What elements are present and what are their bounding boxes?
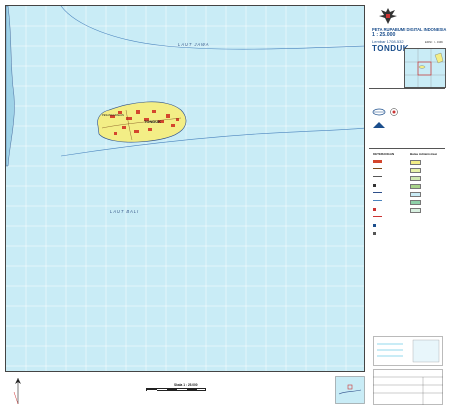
legend-swatch-settlement <box>373 160 382 163</box>
sea-label-south: LAUT BALI <box>110 209 140 214</box>
legend-swatch-building <box>373 184 376 187</box>
scale-bar <box>146 388 206 391</box>
legend-swatch-mosque <box>373 208 376 211</box>
north-arrow-icon <box>13 378 21 405</box>
garuda-emblem-icon <box>379 8 397 24</box>
legend-swatch-water <box>410 192 421 197</box>
depth-contour-north <box>60 6 364 50</box>
island-sub-label: PESANGGRAHAN <box>102 114 124 117</box>
sea-label-north: LAUT JAWA <box>178 42 210 47</box>
legend-swatch-field <box>410 168 421 173</box>
legend-swatch-swamp <box>410 208 421 213</box>
grid-lines <box>6 6 364 371</box>
margin-divider <box>369 148 445 149</box>
scale-bar-label: Skala 1 : 25.000 <box>174 383 198 387</box>
map-frame[interactable]: LAUT JAWA LAUT BALI TONDUK PESANGGRAHAN <box>5 5 365 372</box>
island-label: TONDUK <box>144 119 162 124</box>
index-map <box>404 48 446 88</box>
legend-swatch-forest <box>410 184 421 189</box>
declination-diagram <box>373 336 443 366</box>
partner-logo-icon <box>390 108 398 116</box>
sheet-reference-table <box>373 369 443 405</box>
margin-divider <box>369 88 445 89</box>
legend-swatch-path <box>373 176 382 177</box>
map-canvas <box>6 6 364 371</box>
legend-swatch-depth-contour <box>373 200 382 201</box>
map-scale-text: 1 : 25.000 <box>372 32 396 38</box>
island-tonduk <box>97 101 187 143</box>
legend-swatch-coastline <box>373 192 382 193</box>
legend-swatch-land <box>410 160 421 165</box>
edition-text: EDISI : I - 1999 <box>425 41 443 44</box>
location-inset-map <box>335 376 365 404</box>
legend-heading-boundaries: Batas Administrasi <box>410 152 438 156</box>
legend-swatch-triangulation <box>373 232 376 235</box>
legend-swatch-plantation <box>410 176 421 181</box>
legend-heading: KETERANGAN <box>373 152 395 156</box>
legend-swatch-school <box>373 224 376 227</box>
legend-swatch-mangrove <box>410 200 421 205</box>
map-sheet: LAUT JAWA LAUT BALI TONDUK PESANGGRAHAN … <box>0 0 450 411</box>
legend-swatch-boundary <box>373 216 382 217</box>
legend-swatch-road <box>373 168 382 169</box>
institution-logo-icon <box>373 122 385 128</box>
agency-logo-icon <box>372 108 386 116</box>
bottom-info-strip <box>5 374 365 407</box>
